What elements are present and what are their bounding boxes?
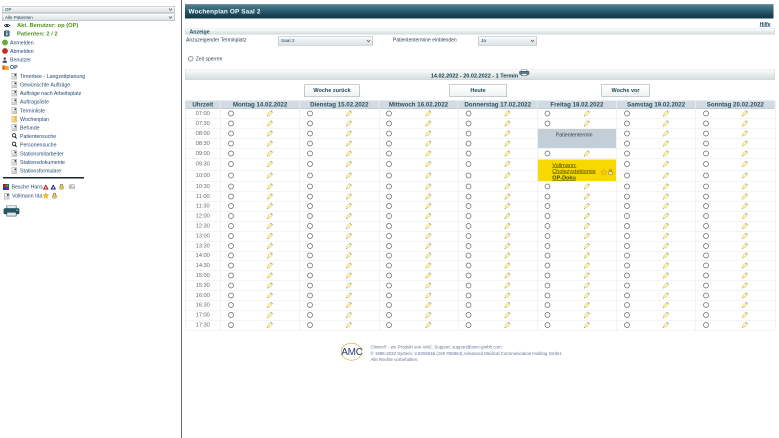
svg-text:AMC: AMC xyxy=(341,347,363,358)
